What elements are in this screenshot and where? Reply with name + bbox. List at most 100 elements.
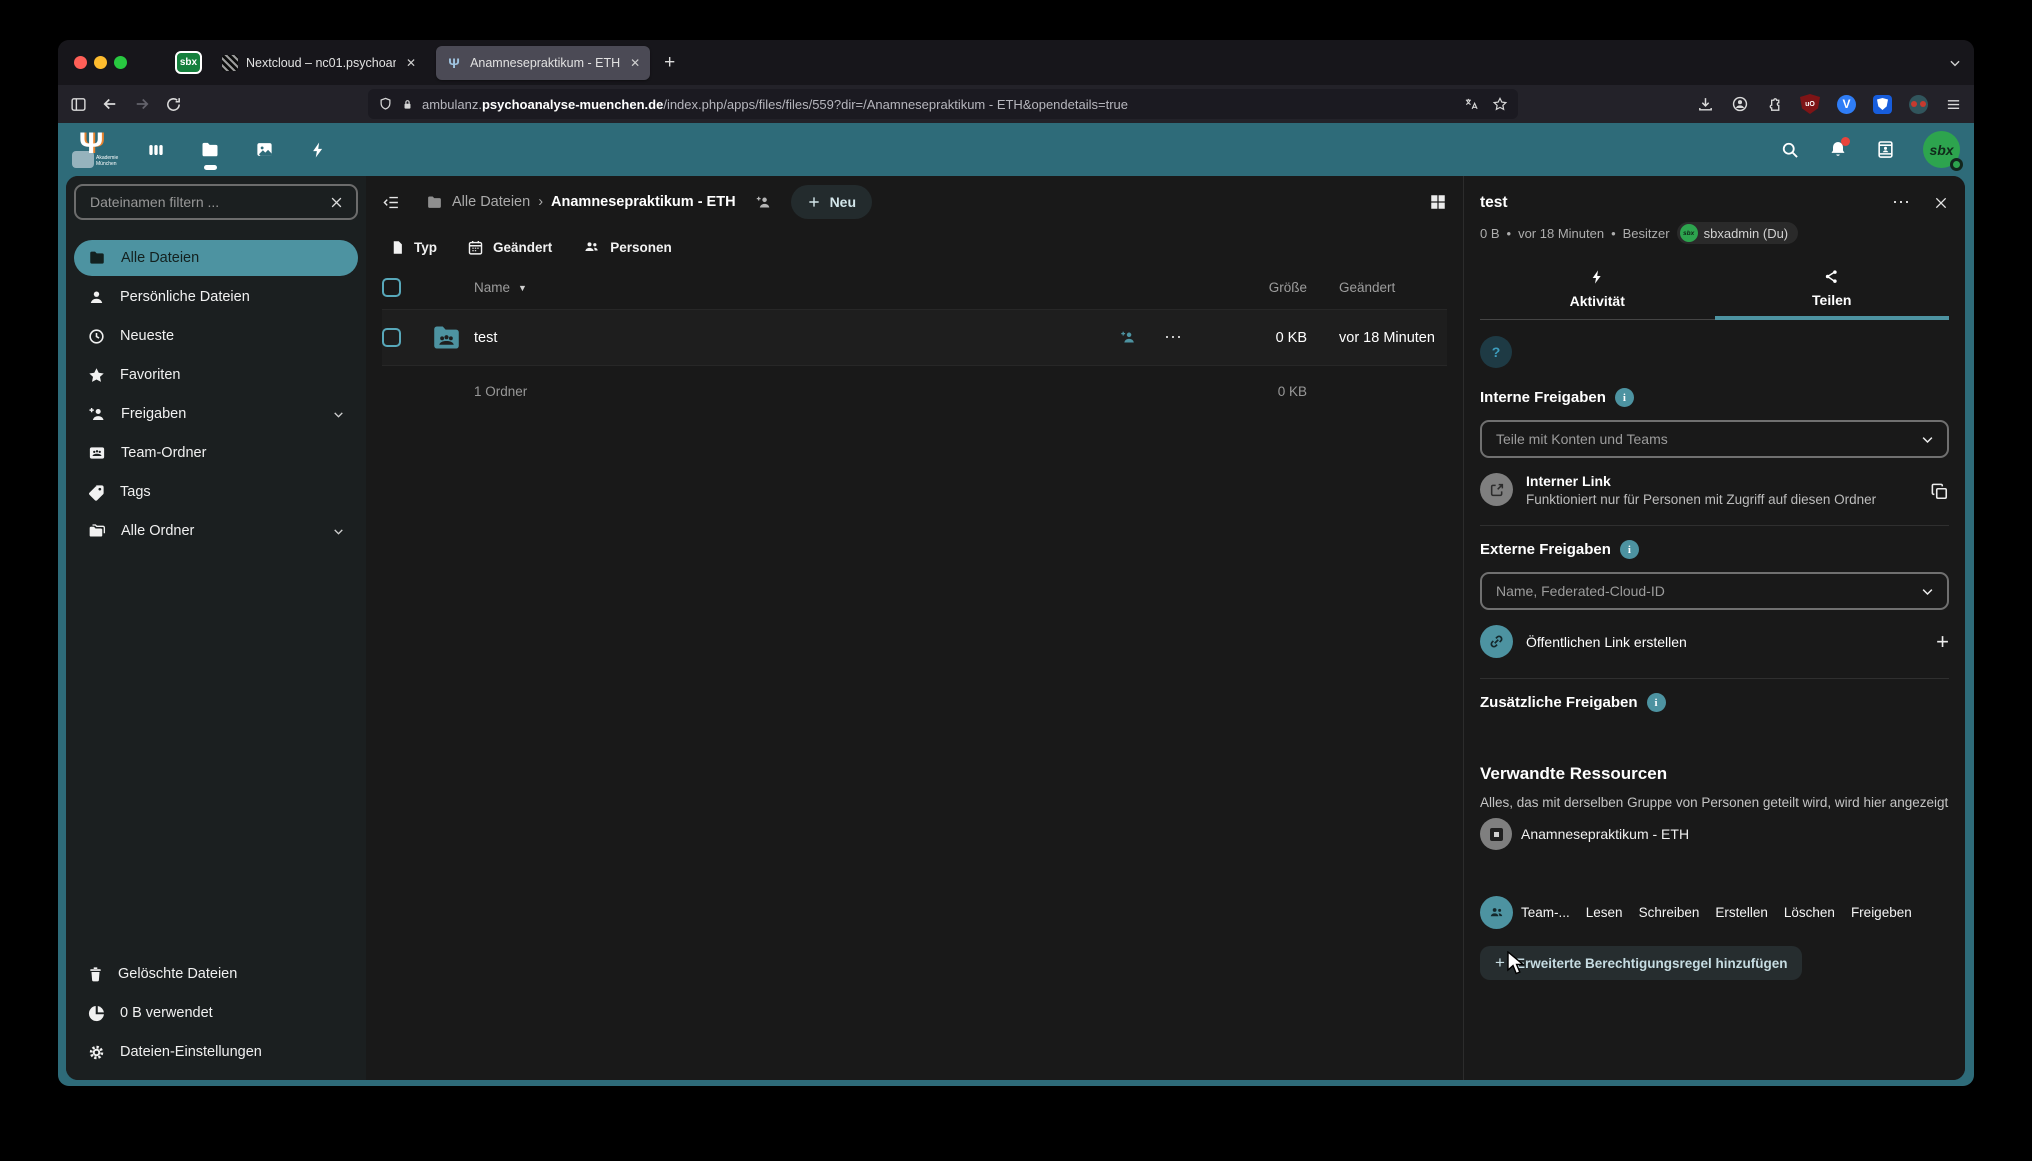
zoom-window-button[interactable] [114, 56, 127, 69]
sidebar-item-all-folders[interactable]: Alle Ordner [74, 513, 358, 549]
sidebar-item-shares[interactable]: Freigaben [74, 396, 358, 432]
contacts-icon[interactable] [1876, 139, 1895, 160]
lock-icon[interactable] [401, 97, 414, 112]
internal-link-title: Interner Link [1526, 473, 1917, 489]
sidebar-toggle-icon[interactable] [70, 96, 87, 113]
address-bar[interactable]: ambulanz.psychoanalyse-muenchen.de/index… [368, 89, 1518, 119]
tab-anamnesepraktikum[interactable]: Ψ Anamnesepraktikum - ETH - All ✕ [436, 46, 650, 80]
account-icon[interactable] [1731, 95, 1749, 113]
extension-ublock-icon[interactable]: uO [1800, 94, 1820, 114]
owner-pill[interactable]: sbx sbxadmin (Du) [1677, 222, 1799, 244]
bookmark-star-icon[interactable] [1492, 96, 1508, 112]
info-icon[interactable]: i [1620, 540, 1639, 559]
sidebar-item-team-folders[interactable]: Team-Ordner [74, 435, 358, 471]
sidebar-item-deleted-files[interactable]: Gelöschte Dateien [74, 956, 358, 992]
extensions-puzzle-icon[interactable] [1766, 96, 1783, 113]
file-row-test[interactable]: test ⋯ 0 KB vor 18 Minuten [382, 310, 1447, 366]
info-icon[interactable]: i [1615, 388, 1634, 407]
sidebar-item-personal-files[interactable]: Persönliche Dateien [74, 279, 358, 315]
tab-activity[interactable]: Aktivität [1480, 268, 1715, 320]
sort-arrow-icon: ▼ [518, 283, 527, 293]
clear-filter-icon[interactable] [329, 195, 344, 210]
translate-icon[interactable] [1463, 97, 1480, 112]
create-public-link-row[interactable]: Öffentlichen Link erstellen + [1480, 625, 1949, 658]
app-activity-icon[interactable] [306, 140, 330, 160]
internal-share-combobox[interactable] [1480, 420, 1949, 458]
row-share-icon[interactable] [1118, 329, 1138, 346]
app-photos-icon[interactable] [252, 140, 276, 159]
filename-filter-input[interactable] [88, 193, 329, 211]
info-icon[interactable]: i [1647, 693, 1666, 712]
share-folder-icon[interactable] [754, 194, 773, 211]
close-window-button[interactable] [74, 56, 87, 69]
back-button[interactable] [101, 95, 119, 113]
column-header-name[interactable]: Name▼ [474, 280, 1077, 295]
internal-share-input[interactable] [1494, 430, 1920, 448]
chevron-down-icon[interactable] [332, 408, 345, 421]
url-text: ambulanz.psychoanalyse-muenchen.de/index… [422, 97, 1455, 112]
filter-chip-type[interactable]: Typ [390, 239, 437, 256]
panel-menu-icon[interactable]: ⋯ [1892, 192, 1911, 213]
menu-hamburger-icon[interactable] [1945, 97, 1962, 112]
internal-link-row[interactable]: Interner Link Funktioniert nur für Perso… [1480, 473, 1949, 509]
forward-button[interactable] [133, 95, 151, 113]
filename-filter-field[interactable] [74, 184, 358, 220]
panel-close-icon[interactable] [1933, 195, 1949, 211]
add-public-link-button[interactable]: + [1936, 629, 1949, 655]
file-name[interactable]: test [474, 330, 1077, 346]
tab-sharing[interactable]: Teilen [1715, 268, 1950, 320]
sidebar-item-favorites[interactable]: Favoriten [74, 357, 358, 393]
sidebar-item-recent[interactable]: Neueste [74, 318, 358, 354]
extension-mask-icon[interactable] [1909, 95, 1928, 114]
breadcrumb-root[interactable]: Alle Dateien [452, 194, 530, 210]
column-header-modified[interactable]: Geändert [1307, 280, 1447, 295]
row-actions-menu-icon[interactable]: ⋯ [1164, 327, 1183, 348]
chevron-down-icon[interactable] [332, 525, 345, 538]
perm-share[interactable]: Freigeben [1851, 905, 1912, 920]
chevron-down-icon[interactable] [1920, 584, 1935, 599]
filter-chip-modified[interactable]: Geändert [467, 239, 552, 256]
new-button[interactable]: Neu [791, 185, 872, 219]
team-permissions-row[interactable]: Team-... Lesen Schreiben Erstellen Lösch… [1480, 896, 1949, 929]
breadcrumb-current[interactable]: Anamnesepraktikum - ETH [551, 194, 736, 210]
chevron-down-icon[interactable] [1920, 432, 1935, 447]
collapse-sidebar-icon[interactable] [382, 194, 401, 211]
tab-close-icon[interactable]: ✕ [630, 56, 640, 70]
external-share-combobox[interactable] [1480, 572, 1949, 610]
related-resource-item[interactable]: Anamnesepraktikum - ETH [1480, 818, 1949, 850]
extension-v-icon[interactable]: V [1837, 95, 1856, 114]
column-header-size[interactable]: Größe [1207, 280, 1307, 295]
search-icon[interactable] [1780, 140, 1800, 160]
new-tab-button[interactable]: + [664, 52, 675, 74]
extension-bitwarden-icon[interactable] [1873, 95, 1892, 114]
perm-delete[interactable]: Löschen [1784, 905, 1835, 920]
reload-button[interactable] [165, 96, 182, 113]
app-files-icon[interactable] [198, 140, 222, 160]
sidebar-item-tags[interactable]: Tags [74, 474, 358, 510]
app-dashboard-icon[interactable] [144, 140, 168, 160]
row-checkbox[interactable] [382, 328, 401, 347]
perm-read[interactable]: Lesen [1586, 905, 1623, 920]
filter-chip-people[interactable]: Personen [582, 239, 672, 255]
sidebar-item-all-files[interactable]: Alle Dateien [74, 240, 358, 276]
minimize-window-button[interactable] [94, 56, 107, 69]
external-share-input[interactable] [1494, 582, 1920, 600]
tab-close-icon[interactable]: ✕ [406, 56, 416, 70]
user-avatar[interactable]: sbx [1923, 131, 1960, 168]
select-all-checkbox[interactable] [382, 278, 401, 297]
nextcloud-logo[interactable]: Ψ AkademieMünchen [72, 129, 118, 171]
copy-link-icon[interactable] [1930, 482, 1949, 501]
team-group-icon[interactable] [1480, 896, 1513, 929]
sharing-help-button[interactable]: ? [1480, 336, 1512, 368]
tab-nextcloud[interactable]: Nextcloud – nc01.psychoanalyse ✕ [212, 46, 426, 80]
sidebar-item-quota[interactable]: 0 B verwendet [74, 995, 358, 1031]
grid-view-toggle-icon[interactable] [1429, 193, 1447, 211]
perm-write[interactable]: Schreiben [1639, 905, 1700, 920]
active-app-indicator [204, 165, 217, 170]
tracking-protection-shield-icon[interactable] [378, 96, 393, 112]
downloads-icon[interactable] [1697, 96, 1714, 113]
perm-create[interactable]: Erstellen [1715, 905, 1768, 920]
tab-overflow-chevron-icon[interactable] [1948, 56, 1962, 70]
notifications-bell-icon[interactable] [1828, 139, 1848, 160]
sidebar-item-files-settings[interactable]: Dateien-Einstellungen [74, 1034, 358, 1070]
